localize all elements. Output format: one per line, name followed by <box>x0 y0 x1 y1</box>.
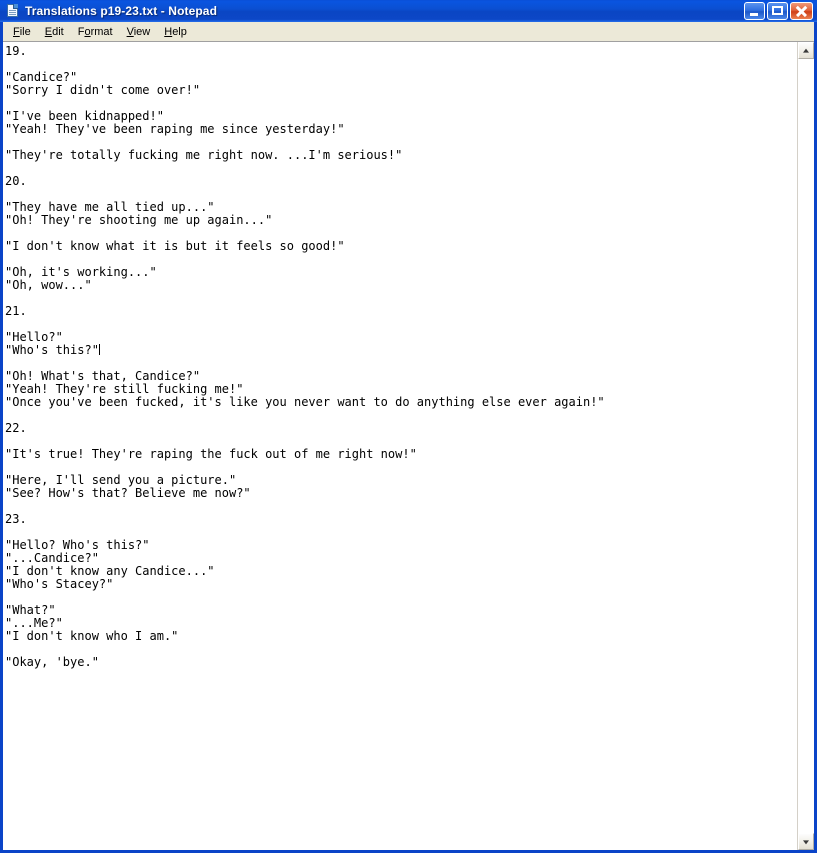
text-line <box>5 591 797 604</box>
text-line <box>5 318 797 331</box>
text-line: "I don't know any Candice..." <box>5 564 215 578</box>
text-line: "Who's this?" <box>5 343 100 357</box>
text-line: 20. <box>5 174 27 188</box>
text-line: "Oh! They're shooting me up again..." <box>5 213 273 227</box>
window-title: Translations p19-23.txt - Notepad <box>25 4 218 18</box>
text-line: "Who's Stacey?" <box>5 577 114 591</box>
text-line: "Yeah! They've been raping me since yest… <box>5 122 345 136</box>
text-line: "Sorry I didn't come over!" <box>5 83 201 97</box>
vertical-scrollbar[interactable] <box>797 42 814 850</box>
text-line: "Oh, it's working..." <box>5 265 157 279</box>
document-text[interactable]: 19. "Candice?" "Sorry I didn't come over!"… <box>5 45 797 669</box>
text-line: "Okay, 'bye." <box>5 655 99 669</box>
menu-item-edit[interactable]: Edit <box>38 25 71 39</box>
text-caret <box>98 344 100 355</box>
text-line: "Oh, wow..." <box>5 278 92 292</box>
scrollbar-track[interactable] <box>798 59 814 833</box>
text-editor-area[interactable]: 19. "Candice?" "Sorry I didn't come over!"… <box>3 42 797 850</box>
minimize-button[interactable] <box>744 2 765 20</box>
text-line <box>5 409 797 422</box>
text-line: 21. <box>5 304 27 318</box>
title-bar[interactable]: Translations p19-23.txt - Notepad <box>0 0 817 22</box>
text-line: "I don't know what it is but it feels so… <box>5 239 345 253</box>
text-line: "It's true! They're raping the fuck out … <box>5 447 417 461</box>
text-line <box>5 162 797 175</box>
text-line <box>5 500 797 513</box>
text-line <box>5 58 797 71</box>
menu-bar: File Edit Format View Help <box>3 22 814 41</box>
menu-item-file[interactable]: File <box>6 25 38 39</box>
maximize-button[interactable] <box>767 2 788 20</box>
text-line: 22. <box>5 421 27 435</box>
scroll-down-arrow-icon[interactable] <box>798 833 814 850</box>
client-area: 19. "Candice?" "Sorry I didn't come over!"… <box>3 41 814 850</box>
text-line: "Once you've been fucked, it's like you … <box>5 395 605 409</box>
text-line: "They're totally fucking me right now. .… <box>5 148 403 162</box>
text-line: 23. <box>5 512 27 526</box>
text-line: "What?" <box>5 603 56 617</box>
notepad-window: Translations p19-23.txt - Notepad File E… <box>0 0 817 853</box>
text-line: "Hello? Who's this?" <box>5 538 150 552</box>
text-line: "Hello?" <box>5 330 63 344</box>
menu-item-help[interactable]: Help <box>157 25 194 39</box>
text-line: 19. <box>5 44 27 58</box>
menu-item-view[interactable]: View <box>120 25 158 39</box>
menu-item-format[interactable]: Format <box>71 25 120 39</box>
close-button[interactable] <box>790 2 813 20</box>
text-line <box>5 643 797 656</box>
text-line <box>5 292 797 305</box>
scroll-up-arrow-icon[interactable] <box>798 42 814 59</box>
text-line: "I don't know who I am." <box>5 629 179 643</box>
text-line: "See? How's that? Believe me now?" <box>5 486 251 500</box>
caption-button-group <box>744 2 813 20</box>
notepad-document-icon <box>5 3 21 19</box>
